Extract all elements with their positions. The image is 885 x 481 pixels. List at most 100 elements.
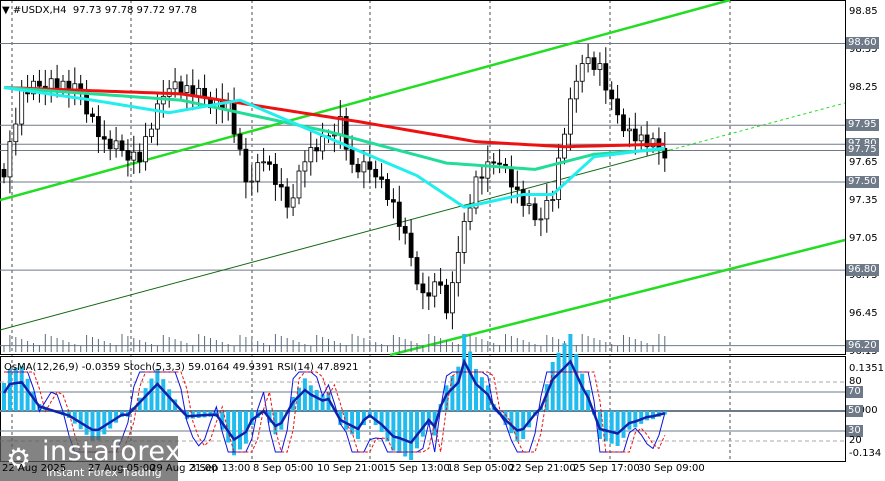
candle-body	[178, 81, 184, 93]
candle-body	[331, 134, 337, 137]
candle-body	[284, 186, 290, 208]
osma-bar	[78, 411, 83, 430]
candle-body	[267, 161, 272, 165]
level-tag: 97.95	[846, 119, 879, 132]
candle-body	[308, 147, 314, 163]
candle-body	[444, 284, 449, 314]
candle-body	[243, 148, 249, 183]
candle-body	[597, 63, 603, 70]
osma-bar	[574, 353, 579, 411]
date-tick: 18 Sep 05:00	[447, 463, 514, 474]
osma-bar	[615, 411, 620, 446]
osma-bar	[609, 411, 614, 444]
candle-body	[526, 203, 532, 206]
candle-body	[615, 98, 620, 116]
osma-bar	[562, 343, 567, 411]
candle-body	[272, 163, 278, 185]
date-tick: 15 Sep 13:00	[383, 463, 450, 474]
date-tick: 25 Sep 17:00	[573, 463, 640, 474]
instaforex-logo: ⚙ instaforex Instant Forex Trading	[0, 436, 181, 481]
candle-body	[544, 200, 550, 220]
candle-body	[390, 199, 396, 203]
trend-line	[0, 149, 671, 331]
level-tag: 97.50	[846, 175, 879, 188]
osma-bar	[84, 411, 89, 435]
candle-body	[231, 100, 237, 135]
indicator-label: OsMA(12,26,9) -0.0359 Stoch(5,3,3) 59.01…	[4, 362, 359, 373]
candle-body	[355, 163, 361, 173]
osma-bar	[102, 411, 107, 435]
osma-bar	[7, 369, 12, 411]
candle-body	[573, 80, 579, 100]
osc-tick-l70: 70	[846, 386, 863, 398]
candle-body	[131, 151, 137, 161]
price-tick: 98.25	[849, 81, 878, 93]
candle-body	[125, 150, 131, 161]
osma-bar	[297, 387, 301, 411]
osma-bar	[108, 411, 113, 429]
candle-body	[432, 281, 438, 297]
osma-bar	[633, 411, 638, 428]
candle-body	[149, 128, 154, 138]
osc-tick-l50: 50	[846, 405, 863, 417]
symbol: #USDX,H4	[12, 5, 67, 16]
chart-canvas[interactable]	[0, 0, 885, 481]
level-tag: 96.80	[846, 264, 879, 277]
candle-body	[579, 63, 585, 82]
candle-body	[426, 292, 432, 297]
candle-body	[314, 147, 320, 152]
level-tag: 98.60	[846, 37, 879, 50]
osma-bar	[474, 369, 478, 411]
price-tick: 97.05	[849, 232, 878, 244]
candle-body	[84, 93, 89, 115]
osma-bar	[603, 411, 608, 442]
osc-tick-l20: 20	[849, 435, 862, 446]
candle-body	[13, 123, 19, 143]
candle-body	[361, 161, 367, 173]
price-tick: 97.65	[849, 157, 878, 169]
osma-bar	[627, 411, 632, 430]
osma-bar	[397, 411, 402, 453]
candle-body	[154, 103, 160, 130]
osc-tick-top: 0.1351	[849, 363, 884, 374]
candle-body	[438, 281, 444, 286]
candle-body	[349, 148, 355, 165]
candle-body	[101, 136, 107, 140]
candle-body	[621, 114, 626, 132]
candle-body	[467, 207, 473, 222]
candle-body	[278, 184, 284, 188]
osma-bar	[415, 411, 419, 449]
candle-body	[60, 80, 66, 90]
osma-bar	[409, 411, 414, 460]
candle-body	[420, 283, 426, 294]
osma-bar	[556, 352, 561, 411]
osma-bar	[450, 376, 455, 411]
osma-bar	[13, 367, 18, 411]
date-tick: 22 Aug 2025	[2, 463, 67, 474]
candle-body	[96, 116, 101, 138]
candle-body	[585, 57, 591, 65]
candle-body	[7, 141, 13, 178]
candle-body	[550, 199, 556, 201]
candle-body	[627, 128, 632, 132]
candle-body	[379, 176, 385, 180]
candle-body	[414, 257, 420, 285]
candle-body	[367, 161, 373, 170]
candle-body	[591, 57, 597, 70]
osma-bar	[468, 351, 473, 411]
candle-body	[449, 282, 455, 314]
osma-bar	[479, 377, 484, 411]
osma-bar	[580, 373, 585, 411]
osma-bar	[550, 362, 555, 411]
candle-body	[172, 81, 178, 90]
osma-bar	[302, 378, 307, 411]
candle-body	[143, 136, 149, 163]
candle-body	[255, 162, 261, 182]
date-tick: 30 Sep 09:00	[638, 463, 705, 474]
candle-body	[119, 140, 125, 151]
candle-body	[485, 161, 491, 179]
candle-body	[508, 166, 514, 188]
candle-body	[479, 176, 485, 179]
candle-body	[184, 85, 190, 93]
osma-bar	[509, 411, 514, 434]
